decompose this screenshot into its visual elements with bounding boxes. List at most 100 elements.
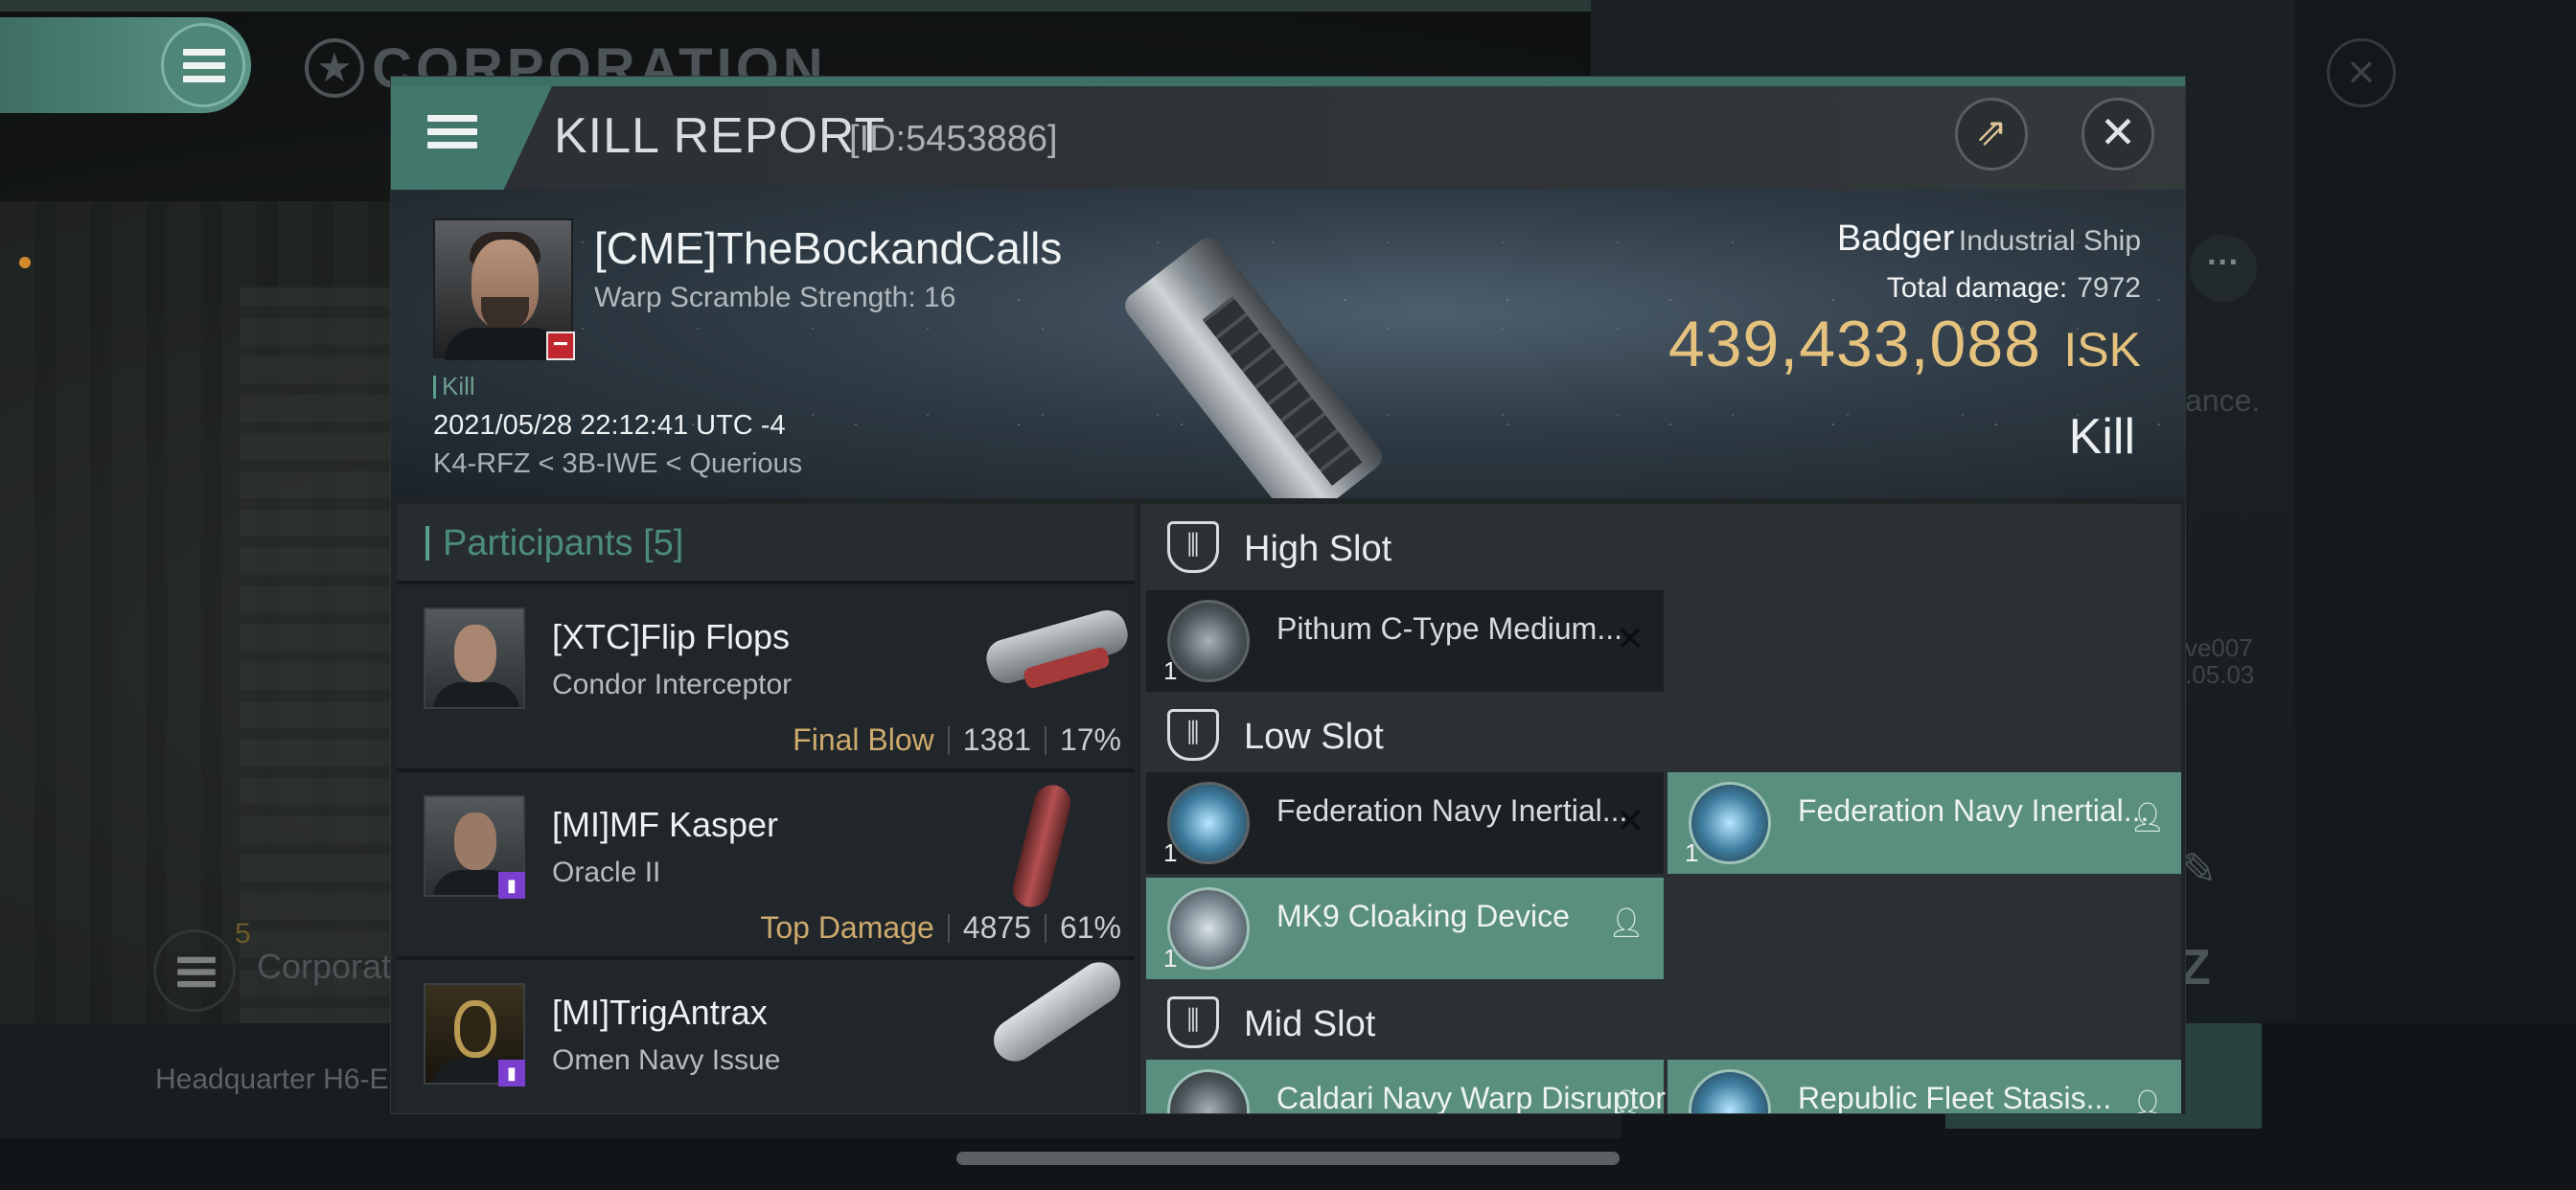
module-item[interactable]: 1 Federation Navy Inertial... 👤︎ <box>1668 772 2181 874</box>
module-icon <box>1689 782 1771 864</box>
participant-damage: 1381 <box>962 722 1031 757</box>
high-slot-header: ⫼ High Slot <box>1140 504 2181 590</box>
mid-slot-header: ⫼ Mid Slot <box>1140 979 2181 1065</box>
share-icon: ⇗ <box>1975 111 2008 153</box>
module-name: Federation Navy Inertial... <box>1798 793 2150 828</box>
corporation-star-icon: ★ <box>305 38 364 98</box>
top-damage-tag: Top Damage <box>760 910 934 945</box>
person-icon: 👤︎ <box>1607 907 1644 939</box>
kill-report-window: KILL REPORT [ID:5453886] ⇗ ✕ − [CME]TheB… <box>391 77 2185 1113</box>
total-damage: Total damage: 7972 <box>1886 272 2141 304</box>
close-icon: ✕ <box>2099 107 2137 157</box>
person-icon: 👤︎ <box>2128 802 2166 834</box>
isk-unit: ISK <box>2063 323 2141 377</box>
participants-count: [5] <box>643 523 684 563</box>
menu-button-circle[interactable] <box>161 23 245 107</box>
module-icon <box>1167 887 1250 970</box>
person-icon: 👤︎ <box>2128 1089 2166 1113</box>
background-text: ance. <box>2185 383 2261 418</box>
slot-title: Mid Slot <box>1244 1004 1376 1044</box>
high-slot-icon: ⫼ <box>1167 521 1219 573</box>
corporation-menu-button[interactable] <box>153 929 236 1012</box>
share-button[interactable]: ⇗ <box>1955 98 2028 171</box>
hamburger-menu-icon <box>427 115 477 149</box>
total-damage-value: 7972 <box>2077 272 2141 304</box>
participant-stats: Top Damage 4875 61% <box>760 910 1121 946</box>
background-close-icon[interactable]: × <box>2327 38 2396 107</box>
victim-name[interactable]: [CME]TheBockandCalls <box>594 222 1062 274</box>
main-menu-button[interactable] <box>0 17 251 113</box>
participant-ship-image <box>966 781 1129 911</box>
module-quantity: 1 <box>1163 656 1178 685</box>
participant-stats: Final Blow 1381 17% <box>793 722 1121 758</box>
hamburger-menu-icon <box>183 49 225 83</box>
kill-location[interactable]: K4-RFZ < 3B-IWE < Querious <box>433 448 802 480</box>
slot-title: High Slot <box>1244 529 1392 569</box>
module-icon <box>1167 1069 1250 1113</box>
close-button[interactable]: ✕ <box>2082 98 2154 171</box>
module-item[interactable]: 1 Pithum C-Type Medium... ✕ <box>1146 590 1664 692</box>
module-name: Republic Fleet Stasis... <box>1798 1081 2112 1113</box>
window-title: KILL REPORT <box>554 108 886 164</box>
report-id: [ID:5453886] <box>849 119 1058 159</box>
module-item[interactable]: 1 Republic Fleet Stasis... 👤︎ <box>1668 1060 2181 1113</box>
hostile-standing-icon: − <box>546 331 575 360</box>
home-indicator[interactable] <box>956 1152 1620 1165</box>
participant-row[interactable]: ▮ [MI]TrigAntrax Omen Navy Issue <box>397 953 1135 1113</box>
participant-avatar[interactable] <box>424 607 525 709</box>
low-slot-icon: ⫼ <box>1167 709 1219 761</box>
participant-ship: Condor Interceptor <box>552 669 793 700</box>
background-text: ve007 .05.03 <box>2185 633 2255 689</box>
role-badge-icon: ▮ <box>498 1060 525 1087</box>
module-icon <box>1167 782 1250 864</box>
destroyed-icon: ✕ <box>1615 801 1644 840</box>
kill-datetime: 2021/05/28 22:12:41 UTC -4 <box>433 410 786 441</box>
mid-slot-icon: ⫼ <box>1167 996 1219 1048</box>
participant-ship: Omen Navy Issue <box>552 1044 781 1076</box>
victim-ship-image[interactable] <box>1119 209 1484 498</box>
module-name: MK9 Cloaking Device <box>1276 899 1570 933</box>
notification-dot <box>19 257 31 268</box>
more-options-icon[interactable]: ··· <box>2190 235 2257 302</box>
participant-ship-image <box>966 596 1133 711</box>
victim-banner: − [CME]TheBockandCalls Warp Scramble Str… <box>391 190 2185 498</box>
hamburger-menu-icon <box>177 956 216 988</box>
participant-ship-image <box>966 953 1129 1087</box>
module-quantity: 1 <box>1163 944 1178 973</box>
participant-name: [XTC]Flip Flops <box>552 617 791 656</box>
fittings-panel: ⫼ High Slot 1 Pithum C-Type Medium... ✕ … <box>1140 504 2181 1113</box>
outcome-label: Kill <box>2068 409 2135 465</box>
module-name: Pithum C-Type Medium... <box>1276 611 1622 646</box>
window-top-accent <box>391 77 2185 86</box>
participant-row[interactable]: [XTC]Flip Flops Condor Interceptor Final… <box>397 581 1135 768</box>
participants-header: Participants [5] <box>397 504 1135 581</box>
role-badge-icon: ▮ <box>498 872 525 899</box>
slot-title: Low Slot <box>1244 717 1384 757</box>
destroyed-icon: ✕ <box>1615 619 1644 658</box>
isk-value: 439,433,088 <box>1668 308 2041 380</box>
corporation-count: 5 <box>235 918 251 950</box>
participant-ship: Oracle II <box>552 857 661 888</box>
module-item[interactable]: 1 Federation Navy Inertial... ✕ <box>1146 772 1664 874</box>
participants-panel: Participants [5] [XTC]Flip Flops Condor … <box>397 504 1135 1113</box>
background-side-panel <box>2295 0 2576 1190</box>
final-blow-tag: Final Blow <box>793 722 934 757</box>
module-quantity: 1 <box>1163 838 1178 867</box>
ship-class: Industrial Ship <box>1958 225 2141 257</box>
ship-name[interactable]: Badger <box>1837 218 1955 259</box>
module-name: Federation Navy Inertial... <box>1276 793 1628 828</box>
low-slot-header: ⫼ Low Slot <box>1140 692 2181 778</box>
participant-damage: 4875 <box>962 910 1031 945</box>
module-icon <box>1167 600 1250 682</box>
headquarter-text: Headquarter H6-E <box>155 1064 389 1095</box>
module-icon <box>1689 1069 1771 1113</box>
module-item[interactable]: 1 Caldari Navy Warp Disruptor 👤︎ <box>1146 1060 1666 1113</box>
edit-icon[interactable]: ✎ <box>2180 843 2218 895</box>
participant-row[interactable]: ▮ [MI]MF Kasper Oracle II Top Damage 4875… <box>397 768 1135 956</box>
module-item[interactable]: 1 MK9 Cloaking Device 👤︎ <box>1146 878 1664 979</box>
ship-type: Badger Industrial Ship <box>1837 218 2141 260</box>
participant-name: [MI]TrigAntrax <box>552 993 768 1032</box>
person-icon: 👤︎ <box>1607 1089 1644 1113</box>
result-tag: Kill <box>433 372 475 401</box>
module-quantity: 1 <box>1685 838 1699 867</box>
